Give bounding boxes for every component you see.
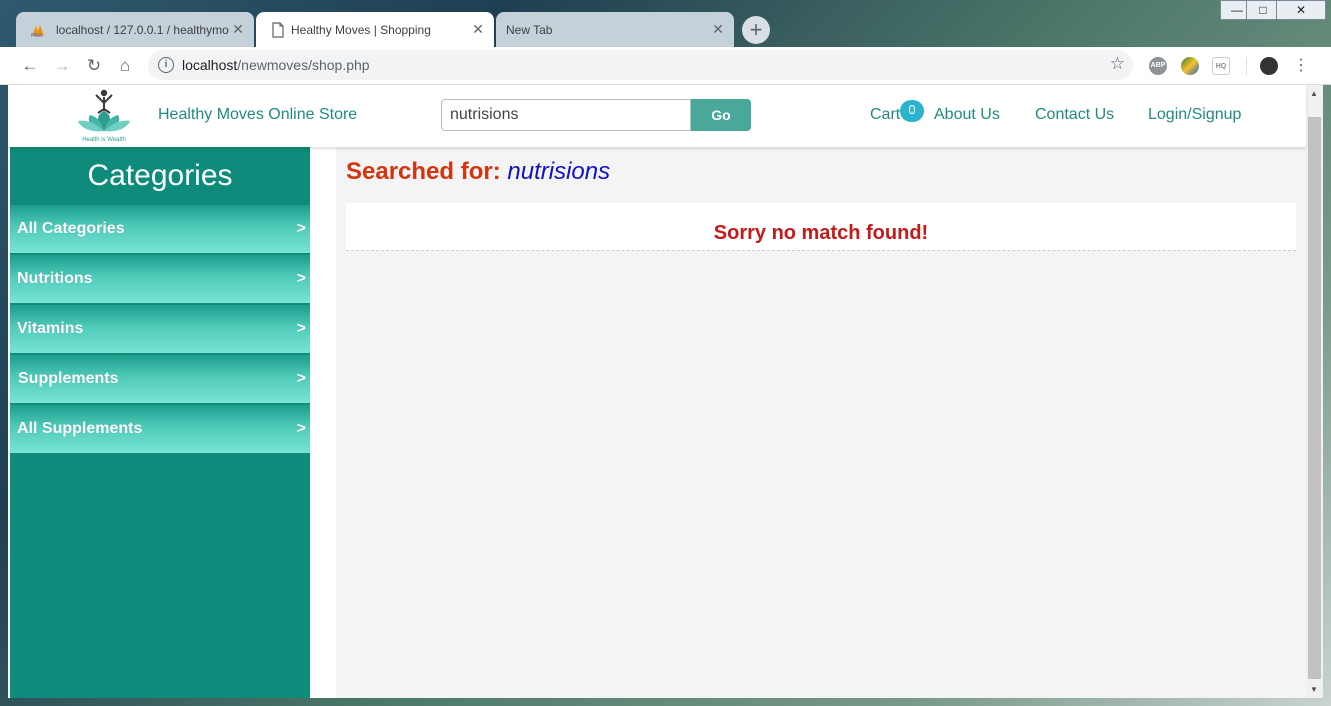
login-signup-link[interactable]: Login/Signup bbox=[1148, 106, 1241, 124]
chevron-right-icon: > bbox=[296, 220, 306, 237]
window-close-icon[interactable]: ✕ bbox=[1276, 0, 1326, 20]
page-icon bbox=[272, 22, 284, 38]
url-text[interactable]: localhost/newmoves/shop.php bbox=[182, 57, 370, 73]
main-content: Searched for: nutrisions Sorry no match … bbox=[310, 147, 1306, 698]
globe-extension-icon[interactable] bbox=[1181, 57, 1199, 75]
category-label: Supplements bbox=[18, 370, 119, 387]
about-us-link[interactable]: About Us bbox=[934, 106, 1000, 124]
cloudhq-icon[interactable]: HQ bbox=[1212, 57, 1230, 75]
contact-us-link[interactable]: Contact Us bbox=[1035, 106, 1114, 124]
new-tab-button[interactable]: + bbox=[742, 16, 770, 44]
chevron-right-icon: > bbox=[296, 320, 306, 337]
page-viewport: Health is Wealth Healthy Moves Online St… bbox=[8, 85, 1323, 698]
chevron-right-icon: > bbox=[296, 270, 306, 287]
browser-toolbar: ← → ↻ ⌂ i localhost/newmoves/shop.php ☆ … bbox=[0, 47, 1331, 85]
tab-title: Healthy Moves | Shopping bbox=[291, 23, 431, 37]
category-label: All Supplements bbox=[17, 420, 143, 437]
close-icon[interactable]: ✕ bbox=[710, 21, 726, 37]
close-icon[interactable]: ✕ bbox=[230, 21, 246, 37]
category-label: All Categories bbox=[17, 220, 125, 237]
scroll-down-icon[interactable]: ▼ bbox=[1310, 685, 1318, 694]
back-icon[interactable]: ← bbox=[19, 55, 41, 77]
go-button[interactable]: Go bbox=[691, 99, 751, 131]
category-supplements[interactable]: Supplements > bbox=[10, 355, 310, 403]
address-bar[interactable]: i localhost/newmoves/shop.php ☆ bbox=[148, 50, 1133, 80]
category-label: Nutritions bbox=[17, 270, 93, 287]
chevron-right-icon: > bbox=[296, 370, 306, 387]
category-all-categories[interactable]: All Categories > bbox=[10, 205, 310, 253]
adblock-icon[interactable]: ABP bbox=[1149, 57, 1167, 75]
menu-kebab-icon[interactable]: ⋮ bbox=[1290, 55, 1312, 77]
bookmark-star-icon[interactable]: ☆ bbox=[1110, 54, 1125, 74]
search-heading-prefix: Searched for: bbox=[346, 158, 508, 185]
category-vitamins[interactable]: Vitamins > bbox=[10, 305, 310, 353]
category-all-supplements[interactable]: All Supplements > bbox=[10, 405, 310, 453]
svg-text:PMA: PMA bbox=[31, 33, 43, 38]
logo-caption: Health is Wealth bbox=[82, 137, 126, 143]
search-input[interactable] bbox=[441, 99, 691, 131]
maximize-icon[interactable]: □ bbox=[1246, 0, 1280, 20]
pma-icon: PMA bbox=[31, 25, 44, 38]
close-icon[interactable]: ✕ bbox=[470, 21, 486, 37]
tab-title: localhost / 127.0.0.1 / healthymo bbox=[56, 23, 229, 37]
tab-title: New Tab bbox=[506, 23, 553, 37]
home-icon[interactable]: ⌂ bbox=[114, 55, 136, 77]
tab-new-tab[interactable]: New Tab ✕ bbox=[496, 12, 734, 47]
url-path: /newmoves/shop.php bbox=[237, 57, 370, 73]
category-nutritions[interactable]: Nutritions > bbox=[10, 255, 310, 303]
store-name[interactable]: Healthy Moves Online Store bbox=[158, 106, 357, 124]
content-gutter bbox=[310, 147, 336, 698]
tab-phpmyadmin[interactable]: PMA localhost / 127.0.0.1 / healthymo ✕ bbox=[16, 12, 254, 47]
category-label: Vitamins bbox=[17, 320, 84, 337]
profile-avatar-icon[interactable] bbox=[1260, 57, 1278, 75]
search-heading: Searched for: nutrisions bbox=[346, 158, 610, 186]
cart-link[interactable]: Cart bbox=[870, 106, 900, 124]
scroll-up-icon[interactable]: ▲ bbox=[1310, 89, 1318, 98]
search-term: nutrisions bbox=[507, 158, 611, 185]
cart-count-badge: 0 bbox=[900, 100, 924, 122]
no-match-message: Sorry no match found! bbox=[713, 222, 929, 244]
url-host: localhost bbox=[182, 57, 238, 73]
page-scrollbar[interactable]: ▲ ▼ bbox=[1306, 85, 1323, 698]
scroll-thumb[interactable] bbox=[1308, 117, 1321, 679]
search-results: Sorry no match found! bbox=[346, 203, 1296, 251]
tab-healthy-moves[interactable]: Healthy Moves | Shopping ✕ bbox=[256, 12, 494, 47]
lotus-yoga-logo-icon[interactable]: Health is Wealth bbox=[72, 87, 136, 143]
info-icon[interactable]: i bbox=[158, 57, 174, 73]
chevron-right-icon: > bbox=[296, 420, 306, 437]
categories-sidebar: Categories All Categories > Nutritions >… bbox=[10, 147, 310, 698]
sidebar-title: Categories bbox=[87, 159, 233, 192]
forward-icon[interactable]: → bbox=[51, 55, 73, 77]
site-header: Health is Wealth Healthy Moves Online St… bbox=[8, 85, 1306, 147]
toolbar-divider bbox=[1246, 57, 1247, 75]
reload-icon[interactable]: ↻ bbox=[83, 55, 105, 77]
browser-titlebar: PMA localhost / 127.0.0.1 / healthymo ✕ … bbox=[0, 0, 1331, 47]
